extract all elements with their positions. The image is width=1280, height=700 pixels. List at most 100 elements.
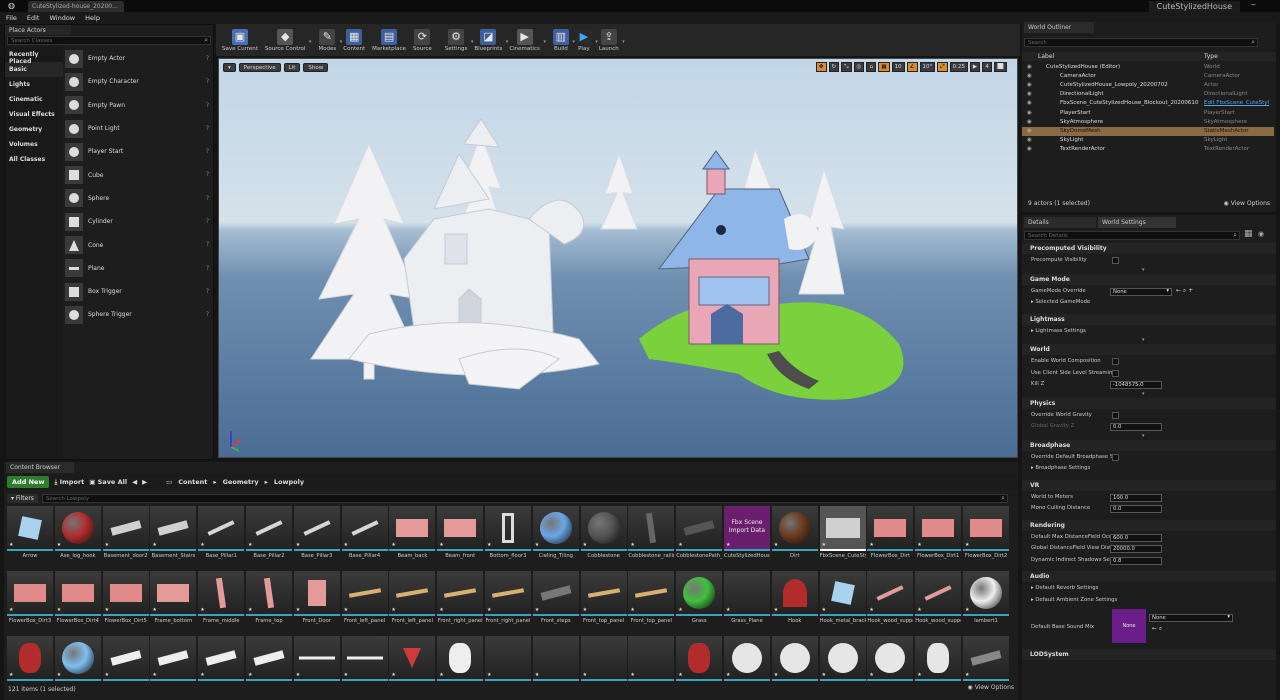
section-lightmass[interactable]: Lightmass [1022,313,1276,325]
add-new-button[interactable]: Add New [7,476,50,488]
outliner-row[interactable]: ◉ CuteStylizedHouse_Lowpoly_20200702 Actor [1022,81,1274,90]
actor-item[interactable]: Empty Pawn? [65,94,213,117]
cinematics-button[interactable]: ▶ Cinematics ▾ [509,28,546,52]
category-geometry[interactable]: Geometry [5,122,63,137]
surface-snap-icon[interactable]: ⌂ [866,62,877,72]
source-button[interactable]: ⟳ Source [413,28,432,52]
asset-tile[interactable]: ★ FbxScene_CuteStylizedHouse_Lowpoly [819,506,866,566]
actor-item[interactable]: Sphere Trigger? [65,303,213,326]
modes-button[interactable]: ✎ Modes ▾ [318,28,342,52]
scale-snap-icon[interactable]: ⤢ [937,62,948,72]
category-volumes[interactable]: Volumes [5,137,63,152]
transform-icon[interactable]: ✥ [815,62,827,72]
blueprints-button[interactable]: ◪ Blueprints ▾ [474,28,508,52]
menu-file[interactable]: File [6,14,17,22]
visibility-eye-icon[interactable]: ◉ [1027,64,1032,70]
world-icon[interactable]: ◎ [853,62,865,72]
document-tab[interactable]: CuteStylized-house_20200... [28,1,124,12]
settings-eye-icon[interactable]: ◉ [1258,230,1264,238]
asset-tile[interactable]: ★ Base_Pillar2 [246,506,292,566]
world-settings-tab[interactable]: World Settings [1098,217,1176,228]
asset-tile[interactable]: ★ Cobblestone [580,506,627,566]
asset-tile[interactable]: ★ [389,636,436,682]
actor-item[interactable]: Box Trigger? [65,280,213,303]
show-button[interactable]: Show [303,63,329,72]
help-icon[interactable]: ? [206,171,209,178]
asset-tile[interactable]: ★ Bottom_floor3 [485,506,531,566]
property-checkbox[interactable] [1112,453,1119,461]
outliner-row[interactable]: ◉ SkyAtmosphere SkyAtmosphere [1022,118,1274,127]
outliner-view-options[interactable]: ◉ View Options [1224,200,1270,207]
asset-tile[interactable]: ★ [485,636,531,682]
section-precomputed-visibility[interactable]: Precomputed Visibility [1022,243,1276,254]
visibility-eye-icon[interactable]: ◉ [1027,137,1032,143]
asset-tile[interactable]: ★ Front_top_panel [580,571,627,631]
breadcrumb-lowpoly[interactable]: Lowpoly [274,478,304,486]
property-checkbox[interactable] [1112,369,1119,377]
perspective-button[interactable]: Perspective [238,63,281,72]
outliner-row[interactable]: ◉ TextRenderActor TextRenderActor [1022,145,1274,154]
menu-edit[interactable]: Edit [27,14,40,22]
asset-tile[interactable]: ★ Arrow [7,506,53,566]
search-lowpoly-input[interactable]: Search Lowpoly ⌕ [41,493,1008,503]
visibility-eye-icon[interactable]: ◉ [1027,146,1032,152]
marketplace-button[interactable]: ▤ Marketplace [372,28,406,52]
property-checkbox[interactable] [1112,411,1119,419]
section-rendering[interactable]: Rendering [1022,519,1276,531]
asset-tile[interactable]: ★ Basement_door2 [102,506,149,566]
sound-mix-thumbnail[interactable]: None [1112,609,1146,643]
help-icon[interactable]: ? [206,102,209,109]
asset-tile[interactable]: ★ Grass [676,571,723,631]
build-button[interactable]: ▥ Build ▾ [552,28,575,52]
asset-tile[interactable]: ★ Front_right_panel [437,571,484,631]
dropdown-arrow-icon[interactable]: ▾ [340,39,343,45]
asset-tile[interactable]: ★ [915,636,962,682]
search-classes-input[interactable]: Search Classes ⌕ [7,36,211,45]
visibility-eye-icon[interactable]: ◉ [1027,100,1032,106]
rotation-snap-value[interactable]: 10° [919,62,936,72]
property-value-field[interactable]: 0.8 [1110,556,1162,565]
visibility-eye-icon[interactable]: ◉ [1027,82,1032,88]
asset-tile[interactable]: ★ FlowerBox_Dirt5 [102,571,149,631]
settings-button[interactable]: ⚙ Settings ▾ [445,28,473,52]
help-icon[interactable]: ? [206,125,209,132]
asset-tile[interactable]: ★ Cieling_Tiling [532,506,579,566]
help-icon[interactable]: ? [206,148,209,155]
asset-tile[interactable]: ★ [628,636,675,682]
category-lights[interactable]: Lights [5,77,63,92]
dropdown-arrow-icon[interactable]: ▾ [572,39,575,45]
view-options-button[interactable]: ◉ View Options [968,684,1014,691]
import-button[interactable]: ⤓ Import [54,478,84,487]
help-icon[interactable]: ? [206,55,209,62]
actor-item[interactable]: Empty Character? [65,70,213,93]
asset-tile[interactable]: ★ [7,636,53,682]
save-button[interactable]: ▣ Save Current [222,28,258,52]
play-button[interactable]: ▶ Play ▾ [575,28,598,52]
property-value-field[interactable]: 100.0 [1110,493,1162,502]
browse-arrow-icon[interactable]: ← ⌕ + [1176,287,1193,295]
visibility-eye-icon[interactable]: ◉ [1027,119,1032,125]
asset-tile[interactable]: ★ Hook_wood_support [867,571,914,631]
scale-snap-value[interactable]: 0.25 [949,62,968,72]
section-world[interactable]: World [1022,344,1276,355]
actor-item[interactable]: Cylinder? [65,210,213,233]
asset-tile[interactable]: ★ [150,636,197,682]
details-tab[interactable]: Details [1024,217,1096,228]
outliner-search-input[interactable]: Search ⌕ [1024,38,1258,47]
rotation-snap-icon[interactable]: ∠ [906,62,918,72]
outliner-row[interactable]: ◉ SkyDomeMesh StaticMeshActor [1022,126,1274,136]
category-visual-effects[interactable]: Visual Effects [5,107,63,122]
property-value-field[interactable]: -1048575.0 [1110,381,1162,389]
asset-tile[interactable]: ★ Hook_metal_bracket [819,571,866,631]
asset-tile[interactable]: ★ Front_left_panel [341,571,388,631]
level-viewport[interactable]: ▾ Perspective Lit Show ✥ ↻ ⤡ ◎ ⌂ ▦ 10 ∠ … [218,58,1018,458]
asset-tile[interactable]: ★ Front_top_panel [628,571,675,631]
property-value-field[interactable]: 600.0 [1110,533,1162,542]
dropdown-arrow-icon[interactable]: ▾ [471,39,474,45]
section-game-mode[interactable]: Game Mode [1022,273,1276,285]
asset-tile[interactable]: ★ FlowerBox_Dirt3 [7,571,53,631]
outliner-row[interactable]: ◉ PlayerStart PlayerStart [1022,109,1274,118]
outliner-row[interactable]: ◉ SkyLight SkyLight [1022,136,1274,145]
expand-arrow-icon[interactable]: ▾ [1142,433,1145,439]
dropdown-arrow-icon[interactable]: ▾ [309,39,312,45]
